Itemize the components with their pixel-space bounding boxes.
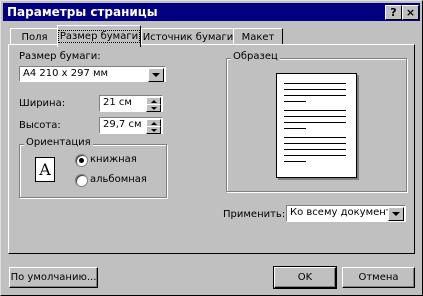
paper-size-label: Размер бумаги: [19,51,101,62]
height-value: 29,7 см [103,119,142,130]
help-button[interactable]: ? [385,5,402,20]
tab-panel: Размер бумаги: A4 210 x 297 мм Ширина: 2… [8,44,415,254]
page-setup-dialog: Параметры страницы ? × Поля Размер бумаг… [0,0,423,296]
height-label: Высота: [19,120,61,131]
arrow-down-icon [150,128,157,132]
apply-dropdown-button[interactable] [388,207,404,221]
preview-text-line [284,128,306,129]
preview-text-line [284,116,346,117]
landscape-label[interactable]: альбомная [90,174,147,185]
preview-text-line [284,155,346,156]
paper-size-value: A4 210 x 297 мм [23,68,109,79]
preview-label: Образец [231,51,280,62]
preview-text-line [284,149,346,150]
paper-size-select[interactable]: A4 210 x 297 мм [19,66,166,82]
portrait-page-icon: A [35,157,55,182]
ok-button[interactable]: OK [273,266,337,289]
width-spin-down[interactable] [146,104,161,112]
tab-margins-label: Поля [21,32,48,43]
title-bar[interactable]: Параметры страницы ? × [3,3,420,21]
width-label: Ширина: [19,98,66,109]
tab-paper-source-label: Источник бумаги [142,32,234,43]
default-button[interactable]: По умолчанию... [9,267,98,288]
height-input[interactable]: 29,7 см [99,117,163,134]
width-value: 21 см [103,97,132,108]
tab-paper-size[interactable]: Размер бумаги [57,25,141,47]
window-title: Параметры страницы [7,5,158,19]
preview-text-line [284,137,346,138]
apply-select[interactable]: Ко всему документу [286,205,406,222]
preview-group: Образец [226,51,407,192]
orientation-label: Ориентация [24,137,93,148]
paper-size-dropdown-button[interactable] [148,68,164,82]
preview-text-line [284,143,346,144]
preview-text-line [284,83,346,84]
chevron-down-icon [392,212,400,216]
tab-layout-label: Макет [241,32,275,43]
apply-value: Ко всему документу [290,207,398,218]
arrow-down-icon [150,106,157,110]
width-input[interactable]: 21 см [99,95,163,112]
tab-paper-size-label: Размер бумаги [57,30,141,43]
arrow-up-icon [150,121,157,125]
page-preview [276,73,357,178]
arrow-up-icon [150,99,157,103]
chevron-down-icon [152,73,160,77]
preview-text-line [284,89,346,90]
radio-selected-dot [79,158,84,163]
height-spin-down[interactable] [146,126,161,134]
cancel-button[interactable]: Отмена [342,267,415,288]
preview-text-line [284,110,346,111]
orientation-group: Ориентация A книжная альбомная [19,137,167,198]
portrait-label[interactable]: книжная [90,154,137,165]
portrait-page-glyph: A [39,160,51,179]
portrait-radio[interactable] [75,154,88,167]
preview-text-line [284,101,306,102]
preview-text-line [284,95,346,96]
preview-text-line [284,122,346,123]
preview-text-line [284,161,306,162]
close-button[interactable]: × [402,5,419,20]
landscape-radio[interactable] [75,174,88,187]
apply-label: Применить: [223,209,286,220]
